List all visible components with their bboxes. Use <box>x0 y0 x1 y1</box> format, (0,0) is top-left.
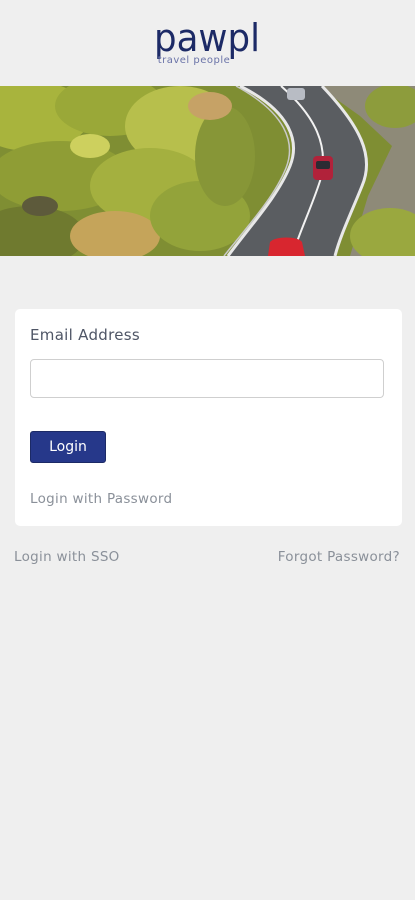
login-with-password-link[interactable]: Login with Password <box>30 491 172 507</box>
hero-image <box>0 86 415 256</box>
email-field[interactable] <box>30 359 384 398</box>
login-with-sso-link[interactable]: Login with SSO <box>14 549 120 565</box>
app-header: pawpl travel people <box>0 0 415 86</box>
login-card: Email Address Login Login with Password <box>15 309 402 526</box>
forgot-password-link[interactable]: Forgot Password? <box>278 549 400 565</box>
brand-logo: pawpl travel people <box>154 18 260 66</box>
coastal-road-photo <box>0 86 415 256</box>
email-label: Email Address <box>30 326 141 344</box>
brand-tagline: travel people <box>158 55 231 66</box>
login-button[interactable]: Login <box>30 431 106 463</box>
brand-name: pawpl <box>154 18 260 60</box>
